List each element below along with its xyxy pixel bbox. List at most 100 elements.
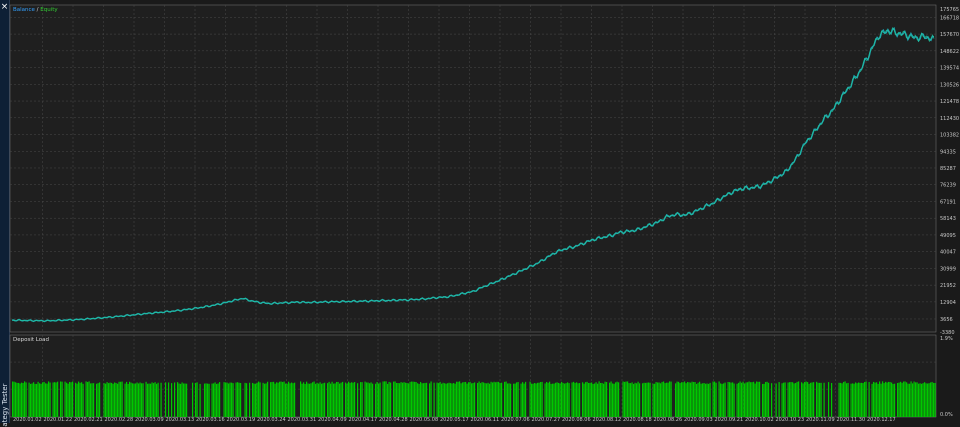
deposit-load-bar <box>810 382 812 417</box>
deposit-load-bar <box>213 383 215 417</box>
deposit-load-bar <box>52 382 54 417</box>
deposit-load-bar <box>811 382 813 417</box>
deposit-load-bar <box>366 382 368 417</box>
deposit-load-bar <box>253 383 255 417</box>
deposit-load-bar <box>514 383 516 417</box>
deposit-load-bar <box>115 383 117 417</box>
deposit-load-bar <box>87 382 89 417</box>
deposit-load-bar <box>438 383 440 417</box>
deposit-load-bar <box>312 382 314 417</box>
deposit-load-bar <box>513 383 515 417</box>
deposit-load-bar <box>252 382 254 417</box>
deposit-load-bar <box>921 383 923 417</box>
deposit-load-bar <box>891 382 893 417</box>
deposit-load-bar <box>267 381 269 417</box>
deposit-load-bar <box>348 381 350 417</box>
deposit-load-bar <box>300 381 302 417</box>
deposit-load-bar <box>804 381 806 417</box>
deposit-load-bar <box>361 382 363 417</box>
deposit-load-bar <box>117 383 119 417</box>
deposit-load-bar <box>418 383 420 417</box>
deposit-load-bar <box>105 383 107 417</box>
deposit-load-bar <box>229 382 231 417</box>
deposit-load-bar <box>861 382 863 417</box>
y-tick-label: 67191 <box>940 199 956 205</box>
deposit-load-bar <box>211 383 213 417</box>
deposit-load-bar <box>49 382 51 417</box>
deposit-load-bar <box>682 382 684 417</box>
deposit-load-bar <box>604 381 606 417</box>
deposit-load-bar <box>882 381 884 417</box>
deposit-load-bar <box>642 383 644 417</box>
deposit-load-bar <box>429 383 431 417</box>
deposit-load-bar <box>591 382 593 417</box>
deposit-load-bar <box>43 381 45 417</box>
deposit-load-bar <box>307 383 309 417</box>
y-tick-label: 3656 <box>940 317 953 323</box>
deposit-load-bar <box>472 382 474 417</box>
deposit-load-bar <box>561 381 563 417</box>
deposit-load-bar <box>232 383 234 417</box>
deposit-load-bar <box>934 382 936 417</box>
deposit-load-bar <box>433 382 435 417</box>
deposit-load-bar <box>430 381 432 417</box>
deposit-load-bar <box>649 382 651 417</box>
deposit-load-bar <box>820 382 822 417</box>
deposit-load-bar <box>598 381 600 417</box>
deposit-load-bar <box>165 382 167 417</box>
deposit-load-bar <box>178 383 180 417</box>
deposit-load-bar <box>544 383 546 417</box>
deposit-load-bar <box>831 383 833 417</box>
deposit-load-bar <box>657 382 659 417</box>
deposit-load-bar <box>354 382 356 417</box>
deposit-load-bar <box>646 382 648 417</box>
x-tick-label: 2020.10.23 <box>776 417 805 423</box>
deposit-load-bar <box>168 382 170 417</box>
deposit-load-bar <box>750 382 752 417</box>
deposit-load-bar <box>766 381 768 417</box>
x-axis-ticks: 2020.01.02 2020.01.22 2020.02.21 2020.02.28… <box>13 417 896 423</box>
deposit-load-bar <box>364 381 366 417</box>
deposit-load-bar <box>801 382 803 417</box>
deposit-load-bar <box>156 383 158 417</box>
deposit-load-bar <box>751 382 753 417</box>
deposit-load-bar <box>904 381 906 417</box>
deposit-load-bar <box>762 383 764 417</box>
deposit-load-bar <box>631 382 633 417</box>
deposit-load-bar <box>192 382 194 417</box>
deposit-load-bar <box>595 382 597 417</box>
deposit-load-bar <box>451 383 453 417</box>
deposit-load-bar <box>78 381 80 417</box>
deposit-load-bar <box>258 381 260 417</box>
deposit-load-bar <box>310 383 312 417</box>
deposit-load-bar <box>142 383 144 417</box>
x-tick-label: 2020.03.09 <box>135 417 164 423</box>
x-tick-label: 2020.08.06 <box>562 417 591 423</box>
deposit-load-bar <box>592 383 594 417</box>
deposit-load-bar <box>915 382 917 417</box>
deposit-load-bar <box>778 382 780 417</box>
deposit-load-bar <box>382 381 384 417</box>
deposit-load-bar <box>204 383 206 417</box>
deposit-load-bar <box>228 383 230 417</box>
deposit-load-bar <box>448 382 450 417</box>
deposit-load-bar <box>756 381 758 417</box>
deposit-load-bar <box>517 382 519 417</box>
deposit-load-bar <box>199 383 201 417</box>
deposit-load-bar <box>718 381 720 417</box>
deposit-load-bar <box>690 382 692 417</box>
deposit-load-bar <box>48 381 50 417</box>
deposit-load-bar <box>765 381 767 417</box>
deposit-load-bar <box>352 382 354 417</box>
deposit-load-bar <box>118 381 120 417</box>
deposit-load-bar <box>796 381 798 417</box>
deposit-load-bar <box>285 383 287 417</box>
deposit-load-bar <box>196 382 198 417</box>
deposit-load-bar <box>783 382 785 417</box>
deposit-load-bar <box>697 382 699 417</box>
deposit-load-bar <box>96 383 98 417</box>
deposit-load-bar <box>346 383 348 417</box>
x-tick-label: 2020.03.13 <box>166 417 195 423</box>
deposit-load-bar <box>547 382 549 417</box>
deposit-load-bar <box>157 382 159 417</box>
